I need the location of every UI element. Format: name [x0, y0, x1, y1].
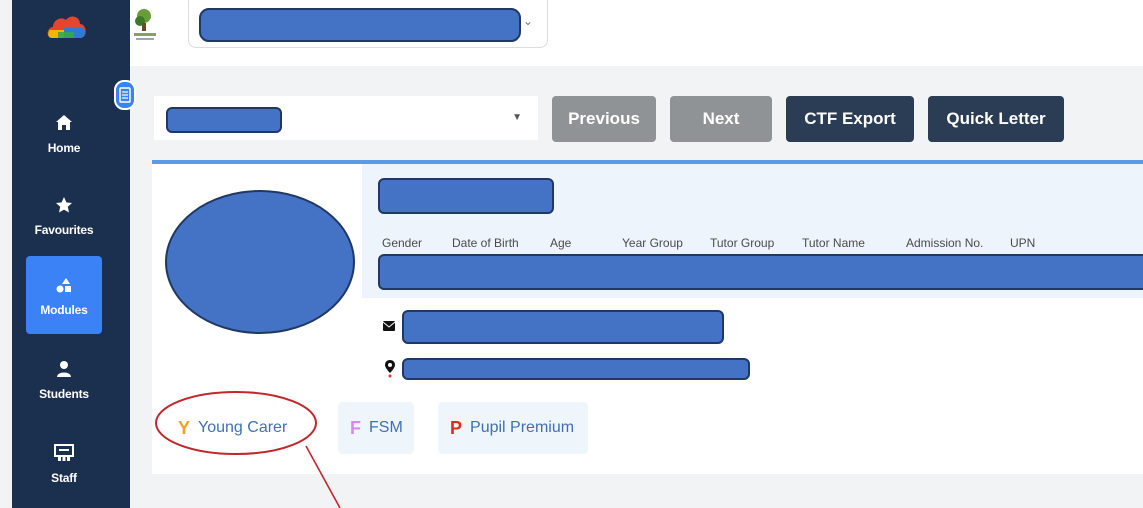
- cloud-logo-icon[interactable]: [44, 12, 88, 44]
- field-header: Gender: [382, 236, 423, 250]
- student-record-panel: ▼ Previous Next CTF Export Quick Letter …: [152, 88, 1143, 474]
- avatar: [165, 190, 355, 334]
- chevron-down-icon: ⌄: [522, 14, 533, 28]
- redacted-student-name: [166, 107, 282, 133]
- sidebar-toggle-icon[interactable]: [114, 80, 136, 110]
- tag-label: FSM: [369, 419, 403, 436]
- redacted-school-name: [199, 8, 521, 42]
- tag-label: Pupil Premium: [470, 419, 575, 436]
- fsm-tag[interactable]: F FSM: [338, 402, 414, 454]
- field-header: Year Group: [622, 236, 683, 250]
- pupil-premium-tag[interactable]: P Pupil Premium: [438, 402, 588, 454]
- student-info-band: Gender Date of Birth Age Year Group Tuto…: [362, 164, 1143, 298]
- field-header: Age: [550, 236, 572, 250]
- nav-modules[interactable]: Modules: [26, 256, 102, 334]
- sidebar: Home Favourites Modules Students Staff: [12, 0, 130, 508]
- field-header: UPN: [1010, 236, 1036, 250]
- caret-down-icon: ▼: [512, 112, 522, 123]
- home-icon: [55, 111, 73, 135]
- nav-home[interactable]: Home: [26, 94, 102, 172]
- quick-letter-button[interactable]: Quick Letter: [928, 96, 1064, 142]
- student-profile-card: Gender Date of Birth Age Year Group Tuto…: [152, 160, 1143, 474]
- staff-board-icon: [54, 441, 74, 465]
- nav-label: Staff: [51, 471, 77, 485]
- user-icon: [55, 357, 73, 381]
- nav-label: Favourites: [34, 223, 94, 237]
- field-header: Date of Birth: [452, 236, 519, 250]
- map-pin-icon: [385, 360, 395, 383]
- school-logo: [130, 6, 170, 44]
- envelope-icon: [382, 318, 396, 336]
- previous-button[interactable]: Previous: [552, 96, 656, 142]
- star-icon: [55, 193, 73, 217]
- young-carer-tag[interactable]: Y Young Carer: [166, 402, 342, 454]
- redacted-email[interactable]: [402, 310, 724, 344]
- student-select[interactable]: ▼: [154, 96, 538, 140]
- field-header: Tutor Name: [802, 236, 865, 250]
- tag-letter: P: [450, 417, 463, 438]
- field-header: Admission No.: [906, 236, 984, 250]
- redacted-student-full-name: [378, 178, 554, 214]
- nav-students[interactable]: Students: [26, 340, 102, 418]
- tag-letter: Y: [178, 417, 191, 438]
- field-header: Tutor Group: [710, 236, 775, 250]
- nav-label: Students: [39, 387, 89, 401]
- tag-letter: F: [350, 417, 361, 438]
- modules-icon: [55, 273, 73, 297]
- tag-label: Young Carer: [198, 419, 288, 436]
- next-button[interactable]: Next: [670, 96, 772, 142]
- nav-favourites[interactable]: Favourites: [26, 176, 102, 254]
- nav-staff[interactable]: Staff: [26, 424, 102, 502]
- nav-label: Home: [47, 141, 81, 155]
- top-header: ⌄: [130, 0, 1143, 66]
- ctf-export-button[interactable]: CTF Export: [786, 96, 914, 142]
- school-select[interactable]: ⌄: [188, 0, 548, 48]
- redacted-address[interactable]: [402, 358, 750, 380]
- nav-label: Modules: [40, 303, 88, 317]
- redacted-student-details: [378, 254, 1143, 290]
